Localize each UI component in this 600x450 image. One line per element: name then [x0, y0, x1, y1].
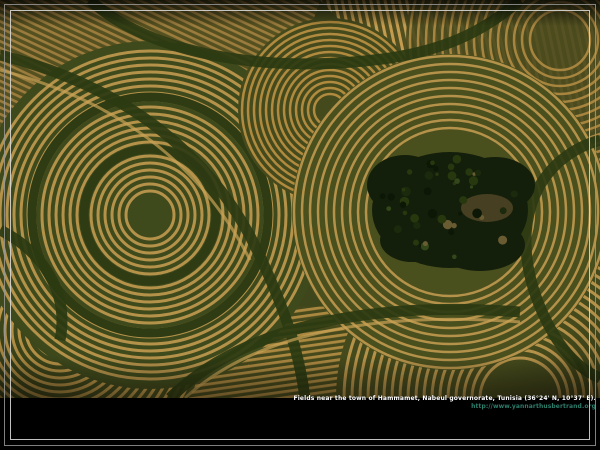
caption-location: Fields near the town of Hammamet, Nabeul… [293, 395, 596, 402]
caption-url: http://www.yannarthusbertrand.org [293, 403, 596, 410]
fields-layer [0, 0, 600, 398]
aerial-photo [0, 0, 600, 398]
wallpaper: Fields near the town of Hammamet, Nabeul… [0, 0, 600, 450]
aerial-photo-art [0, 0, 600, 398]
photo-caption: Fields near the town of Hammamet, Nabeul… [293, 395, 596, 410]
